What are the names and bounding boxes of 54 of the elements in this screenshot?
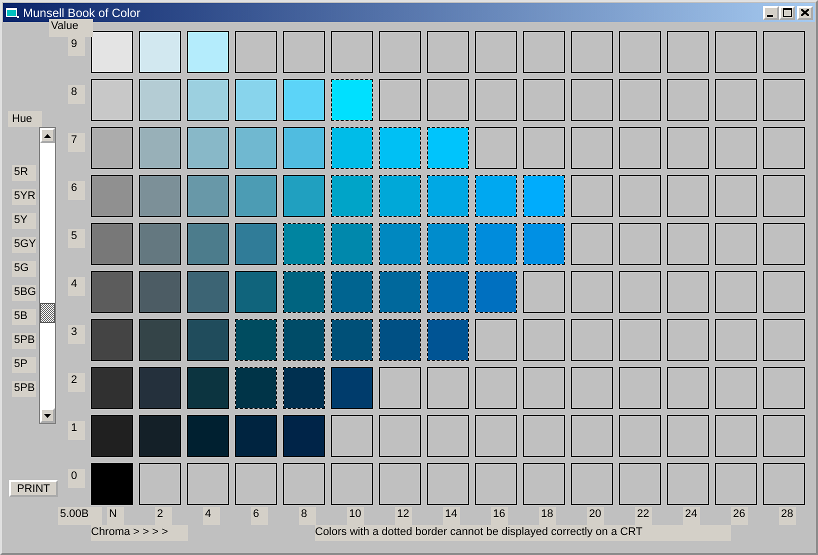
hue-name: 5PB [12, 381, 36, 397]
hue-name: 5P [12, 357, 36, 373]
hue-scrollbar[interactable] [39, 127, 56, 424]
hue-name: 5PB [12, 333, 36, 349]
chroma-label: 26 [731, 507, 748, 525]
hue-name: 5Y [12, 213, 36, 229]
chroma-label: 20 [587, 507, 604, 525]
chroma-label: 16 [491, 507, 508, 525]
hue-name: 5G [12, 261, 36, 277]
value-label: 8 [68, 85, 85, 104]
value-header: Value [49, 19, 93, 37]
value-label: 9 [68, 37, 85, 56]
up-arrow-icon [44, 134, 51, 138]
chroma-label: 4 [203, 507, 220, 525]
maximize-icon [782, 8, 792, 16]
value-label: 2 [68, 373, 85, 392]
print-button[interactable]: PRINT [9, 480, 58, 497]
value-label: 0 [68, 469, 85, 488]
hue-name: 5R [12, 165, 36, 181]
down-arrow-icon [44, 414, 51, 418]
close-icon [801, 8, 809, 16]
chroma-label: 22 [635, 507, 652, 525]
chroma-label: 24 [683, 507, 700, 525]
hue-name: 5YR [12, 189, 36, 205]
chroma-label: N [107, 507, 124, 525]
hue-code: 5.00B [58, 507, 102, 525]
note-text: Colors with a dotted border cannot be displayed correctly on a CRT [315, 525, 731, 541]
close-button[interactable] [797, 6, 813, 20]
chroma-label: 2 [155, 507, 172, 525]
minimize-button[interactable] [763, 6, 779, 20]
value-label: 7 [68, 133, 85, 152]
value-label: 1 [68, 421, 85, 440]
chroma-label: 6 [251, 507, 268, 525]
hue-name: 5B [12, 309, 36, 325]
window-title: Munsell Book of Color [23, 6, 142, 20]
chroma-label: 8 [299, 507, 316, 525]
chroma-caption: Chroma > > > > [91, 525, 188, 541]
chroma-label: 28 [779, 507, 796, 525]
hue-name: 5BG [12, 285, 36, 301]
hue-label: Hue [8, 111, 42, 127]
maximize-button[interactable] [779, 6, 795, 20]
app-icon [6, 6, 20, 18]
scroll-thumb[interactable] [40, 303, 55, 323]
scroll-down-button[interactable] [40, 408, 55, 423]
value-label: 6 [68, 181, 85, 200]
value-label: 5 [68, 229, 85, 248]
value-label: 4 [68, 277, 85, 296]
chroma-label: 14 [443, 507, 460, 525]
chroma-label: 18 [539, 507, 556, 525]
chroma-label: 12 [395, 507, 412, 525]
chroma-label: 10 [347, 507, 364, 525]
scroll-up-button[interactable] [40, 128, 55, 143]
value-label: 3 [68, 325, 85, 344]
hue-name: 5GY [12, 237, 36, 253]
